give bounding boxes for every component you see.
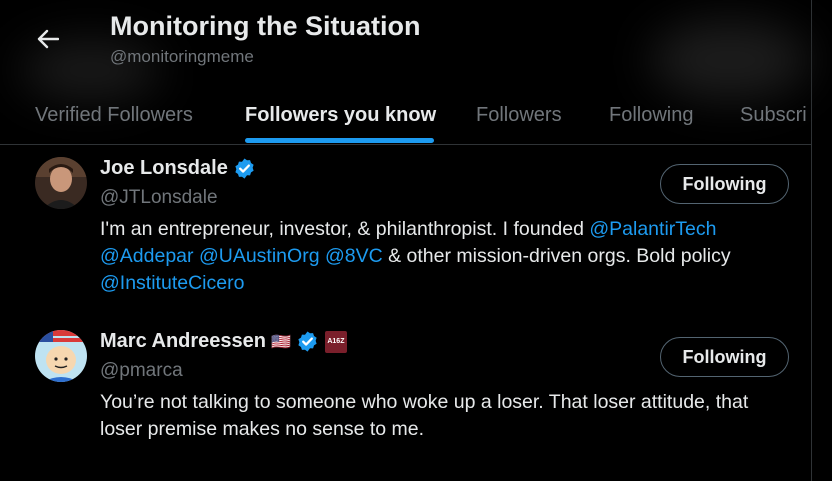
- user-handle: @pmarca: [100, 360, 183, 381]
- mention-link[interactable]: @8VC: [325, 245, 383, 267]
- us-flag-emoji: 🇺🇸: [271, 333, 291, 351]
- user-bio: I'm an entrepreneur, investor, & philant…: [100, 216, 790, 297]
- user-name[interactable]: Marc Andreessen: [100, 330, 266, 353]
- avatar[interactable]: [35, 330, 87, 382]
- tab-followers[interactable]: Followers: [476, 86, 562, 144]
- user-name-line: Marc Andreessen 🇺🇸 A16Z: [100, 330, 347, 353]
- mention-link[interactable]: @Addepar: [100, 245, 194, 267]
- user-name-line: Joe Lonsdale: [100, 157, 256, 180]
- user-name[interactable]: Joe Lonsdale: [100, 157, 228, 180]
- following-button[interactable]: Following: [660, 164, 789, 204]
- user-cell-marc-andreessen[interactable]: Marc Andreessen 🇺🇸 A16Z @pmarca Followin…: [0, 318, 811, 478]
- tab-subscriptions[interactable]: Subscri: [740, 86, 807, 144]
- bio-text: I'm an entrepreneur, investor, & philant…: [100, 218, 590, 240]
- back-button[interactable]: [28, 22, 68, 56]
- affiliate-badge-icon[interactable]: A16Z: [324, 330, 347, 353]
- user-bio: You’re not talking to someone who woke u…: [100, 389, 790, 443]
- tab-bar: Verified Followers Followers you know Fo…: [0, 86, 811, 145]
- verified-badge-icon: [298, 331, 317, 352]
- tab-verified-followers[interactable]: Verified Followers: [35, 86, 193, 144]
- bio-text: & other mission-driven orgs. Bold policy: [382, 245, 731, 267]
- active-tab-indicator: [245, 138, 434, 143]
- avatar[interactable]: [35, 157, 87, 209]
- page-handle: @monitoringmeme: [110, 47, 254, 66]
- user-handle: @JTLonsdale: [100, 187, 218, 208]
- bio-text: You’re not talking to someone who woke u…: [100, 391, 749, 413]
- arrow-left-icon: [37, 29, 59, 49]
- user-cell-joe-lonsdale[interactable]: Joe Lonsdale @JTLonsdale Following I'm a…: [0, 145, 811, 305]
- mention-link[interactable]: @InstituteCicero: [100, 272, 244, 294]
- mention-link[interactable]: @UAustinOrg: [199, 245, 320, 267]
- page-title: Monitoring the Situation: [110, 11, 421, 41]
- tab-followers-you-know[interactable]: Followers you know: [245, 86, 436, 144]
- mention-link[interactable]: @PalantirTech: [589, 218, 716, 240]
- tab-following[interactable]: Following: [609, 86, 693, 144]
- column-divider: [811, 0, 812, 481]
- bio-text: loser premise makes no sense to me.: [100, 418, 425, 440]
- following-button[interactable]: Following: [660, 337, 789, 377]
- verified-badge-icon: [235, 158, 254, 179]
